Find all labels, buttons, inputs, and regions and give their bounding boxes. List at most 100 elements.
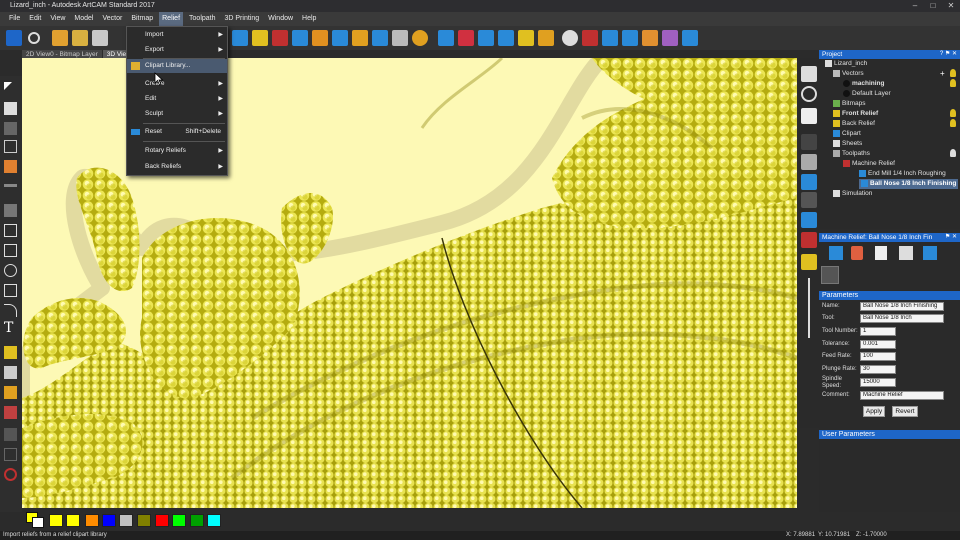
spindle-speed-field[interactable]: 15000: [860, 378, 896, 387]
color-swatch[interactable]: [66, 514, 80, 527]
tool-number-field[interactable]: 1: [860, 327, 896, 336]
view-layer-icon[interactable]: [801, 134, 817, 150]
zoom-slider-track[interactable]: [808, 278, 810, 338]
text-relief-icon[interactable]: [582, 30, 598, 46]
bezier-icon[interactable]: [4, 386, 17, 399]
menu-view[interactable]: View: [47, 12, 68, 26]
tree-item-clipart[interactable]: Clipart: [833, 129, 861, 139]
comment-field[interactable]: Machine Relief: [860, 391, 944, 400]
tree-item-sheets[interactable]: Sheets: [833, 139, 862, 149]
relief-tool-20-icon[interactable]: [622, 30, 638, 46]
vector-tool-2-icon[interactable]: [4, 448, 17, 461]
delete-icon[interactable]: [851, 246, 863, 260]
menu-relief[interactable]: Relief: [159, 12, 184, 26]
color-swatch[interactable]: [155, 514, 169, 527]
view-box-icon[interactable]: [801, 192, 817, 208]
zoom-icon[interactable]: [801, 86, 817, 102]
minimize-button[interactable]: –: [906, 0, 924, 12]
arc-icon[interactable]: [4, 304, 17, 317]
grid-icon[interactable]: [4, 140, 17, 153]
relief-tool-21-icon[interactable]: [642, 30, 658, 46]
relief-tool-6-icon[interactable]: [332, 30, 348, 46]
relief-tool-23-icon[interactable]: [682, 30, 698, 46]
revert-button[interactable]: Revert: [892, 406, 918, 417]
calculate-icon[interactable]: [923, 246, 937, 260]
relief-tool-8-icon[interactable]: [372, 30, 388, 46]
menu-edit[interactable]: Edit: [26, 12, 44, 26]
color-swatch[interactable]: [207, 514, 221, 527]
node-edit-icon[interactable]: [4, 102, 17, 115]
lightbulb-icon[interactable]: [950, 79, 956, 87]
tree-item-machining[interactable]: machining: [843, 79, 885, 89]
circle-icon[interactable]: [4, 264, 17, 277]
relief-tool-2-icon[interactable]: [252, 30, 268, 46]
tree-item-end-mill[interactable]: End Mill 1/4 Inch Roughing: [859, 169, 946, 179]
user-parameters-header[interactable]: User Parameters: [819, 430, 960, 439]
menu-toolpath[interactable]: Toolpath: [186, 12, 218, 26]
apply-button[interactable]: Apply: [863, 406, 885, 417]
move-icon[interactable]: [821, 266, 839, 284]
view-iso-icon[interactable]: [801, 66, 817, 82]
relief-tool-10-icon[interactable]: [412, 30, 428, 46]
text-tool-icon[interactable]: T: [4, 321, 17, 335]
tree-item-simulation[interactable]: Simulation: [833, 189, 872, 199]
sheet-icon[interactable]: [875, 246, 887, 260]
menu-item-clipart-library[interactable]: Clipart Library...: [127, 59, 227, 73]
relief-tool-11-icon[interactable]: [438, 30, 454, 46]
menu-file[interactable]: File: [6, 12, 23, 26]
relief-tool-15-icon[interactable]: [518, 30, 534, 46]
save-icon[interactable]: [6, 30, 22, 46]
tree-item-ball-nose[interactable]: Ball Nose 1/8 Inch Finishing: [859, 179, 959, 189]
color-swatch[interactable]: [85, 514, 99, 527]
polygon-icon[interactable]: [4, 284, 17, 297]
vector-tool-icon[interactable]: [4, 428, 17, 441]
trim-icon[interactable]: [4, 366, 17, 379]
color-swatch[interactable]: [119, 514, 133, 527]
transform-icon[interactable]: [4, 122, 17, 135]
lightbulb-icon[interactable]: [950, 109, 956, 117]
relief-tool-9-icon[interactable]: [392, 30, 408, 46]
view-front-icon[interactable]: [801, 154, 817, 170]
select-arrow-icon[interactable]: [4, 82, 12, 90]
relief-tool-14-icon[interactable]: [498, 30, 514, 46]
relief-tool-4-icon[interactable]: [292, 30, 308, 46]
color-swatch[interactable]: [190, 514, 204, 527]
secondary-color-swatch[interactable]: [32, 517, 44, 528]
close-button[interactable]: ✕: [942, 0, 960, 12]
relief-tool-7-icon[interactable]: [352, 30, 368, 46]
measure-icon[interactable]: [4, 160, 17, 173]
color-swatch[interactable]: [102, 514, 116, 527]
menu-item-edit[interactable]: Edit ▶: [127, 92, 227, 106]
tree-item-bitmaps[interactable]: Bitmaps: [833, 99, 865, 109]
import-relief-icon[interactable]: [602, 30, 618, 46]
relief-tool-16-icon[interactable]: [538, 30, 554, 46]
menu-item-export[interactable]: Export ▶: [127, 43, 227, 57]
menu-model[interactable]: Model: [71, 12, 96, 26]
undo-icon[interactable]: [28, 32, 40, 44]
color-wheel-icon[interactable]: [4, 468, 17, 481]
offset-icon[interactable]: [4, 346, 17, 359]
tree-item-front-relief[interactable]: Front Relief: [833, 109, 878, 119]
simulate-icon[interactable]: [899, 246, 913, 260]
relief-tool-5-icon[interactable]: [312, 30, 328, 46]
tree-item-vectors[interactable]: Vectors: [833, 69, 864, 79]
plunge-rate-field[interactable]: 30: [860, 365, 896, 374]
relief-tool-22-icon[interactable]: [662, 30, 678, 46]
menu-item-back-reliefs[interactable]: Back Reliefs ▶: [127, 160, 227, 174]
lightbulb-icon[interactable]: [950, 119, 956, 127]
feed-rate-field[interactable]: 100: [860, 352, 896, 361]
view-top-icon[interactable]: [801, 108, 817, 124]
lightbulb-icon[interactable]: [950, 69, 956, 77]
menu-item-sculpt[interactable]: Sculpt ▶: [127, 107, 227, 121]
menu-help[interactable]: Help: [299, 12, 319, 26]
relief-tool-17-icon[interactable]: [562, 30, 578, 46]
eraser-icon[interactable]: [458, 30, 474, 46]
view-right-icon[interactable]: [801, 174, 817, 190]
view-relief-icon[interactable]: [801, 232, 817, 248]
open-folder-icon[interactable]: [52, 30, 68, 46]
maximize-button[interactable]: □: [924, 0, 942, 12]
tree-item-default-layer[interactable]: Default Layer: [843, 89, 891, 99]
add-icon[interactable]: +: [940, 69, 945, 78]
relief-tool-13-icon[interactable]: [478, 30, 494, 46]
tree-item-toolpaths[interactable]: Toolpaths: [833, 149, 870, 159]
